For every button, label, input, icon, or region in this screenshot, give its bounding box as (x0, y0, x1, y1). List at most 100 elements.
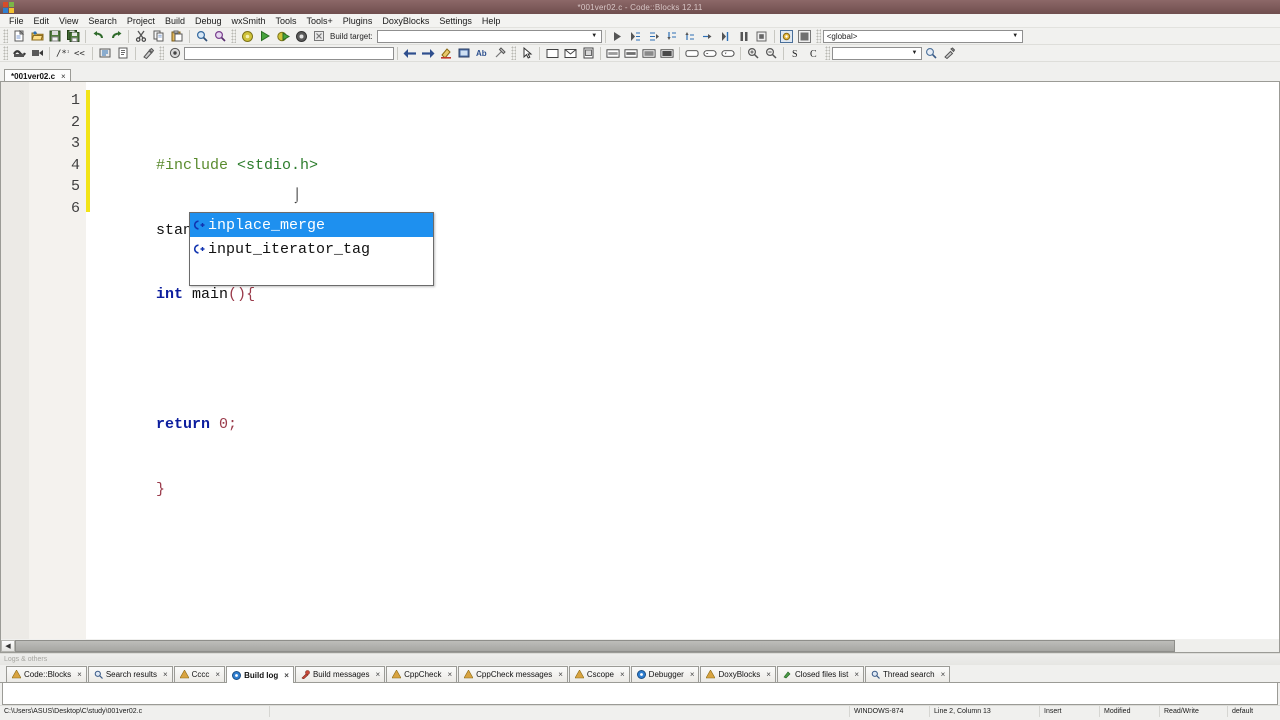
debug-step-into-button[interactable] (664, 29, 680, 44)
close-icon[interactable]: × (163, 670, 168, 679)
menu-tools-plus[interactable]: Tools+ (302, 14, 338, 28)
menu-help[interactable]: Help (477, 14, 506, 28)
logs-tab-thread-search[interactable]: Thread search × (864, 666, 951, 682)
debug-break-button[interactable] (736, 29, 752, 44)
new-file-button[interactable] (11, 29, 27, 44)
debugging-windows-button[interactable] (779, 29, 795, 44)
logs-tab-cppcheck[interactable]: CppCheck × (386, 666, 458, 682)
toolbar-grip[interactable] (3, 29, 8, 43)
save-all-button[interactable] (65, 29, 81, 44)
replace-button[interactable] (212, 29, 228, 44)
symbols-browser-button[interactable] (923, 46, 939, 61)
menu-tools[interactable]: Tools (271, 14, 302, 28)
autocomplete-popup[interactable]: inplace_merge input_iterator_tag (189, 212, 434, 286)
symbols-search-combo[interactable]: ▼ (832, 46, 922, 60)
code-editor[interactable]: 1 2 3 4 5 6 #include <stdio.h> standard … (0, 81, 1280, 639)
doxyblocks-run-chm-button[interactable] (115, 46, 131, 61)
debug-next-line-button[interactable] (646, 29, 662, 44)
spell-check-button[interactable]: S (788, 46, 804, 61)
nav-back-button[interactable] (402, 46, 418, 61)
logs-tab-cccc[interactable]: Cccc × (173, 666, 226, 682)
toolbar-grip[interactable] (825, 46, 830, 60)
editor-code-text[interactable]: #include <stdio.h> standard inp int main… (90, 82, 1279, 639)
doxyblocks-extract-button[interactable] (11, 46, 27, 61)
debug-stop-button[interactable] (754, 29, 770, 44)
close-icon[interactable]: × (620, 670, 625, 679)
close-icon[interactable]: × (558, 670, 563, 679)
scroll-left-icon[interactable]: ◀ (1, 639, 15, 652)
editor-horizontal-scrollbar[interactable]: ◀ (0, 639, 1280, 653)
menu-build[interactable]: Build (160, 14, 190, 28)
toolbar-grip[interactable] (511, 46, 516, 60)
zoom-out-button[interactable] (763, 46, 779, 61)
menu-search[interactable]: Search (83, 14, 122, 28)
close-icon[interactable]: × (284, 671, 289, 680)
autocomplete-item-input-iterator-tag[interactable]: input_iterator_tag (190, 237, 433, 261)
wxsmith-combo-button[interactable] (720, 46, 736, 61)
logs-tab-search-results[interactable]: Search results × (87, 666, 173, 682)
run-button[interactable] (257, 29, 273, 44)
wxsmith-pointer-button[interactable] (519, 46, 535, 61)
menu-view[interactable]: View (54, 14, 83, 28)
close-icon[interactable]: × (854, 670, 859, 679)
close-icon[interactable]: × (77, 670, 82, 679)
wxsmith-grid-button[interactable] (641, 46, 657, 61)
wxsmith-col-button[interactable] (623, 46, 639, 61)
camel-case-button[interactable]: C (806, 46, 822, 61)
debug-step-out-button[interactable] (682, 29, 698, 44)
menu-plugins[interactable]: Plugins (338, 14, 378, 28)
wxsmith-dialog-button[interactable] (562, 46, 578, 61)
various-info-button[interactable] (797, 29, 813, 44)
rebuild-button[interactable] (293, 29, 309, 44)
zoom-in-button[interactable] (745, 46, 761, 61)
abort-button[interactable] (311, 29, 327, 44)
menu-file[interactable]: File (4, 14, 29, 28)
logs-tab-doxyblocks[interactable]: DoxyBlocks × (700, 666, 776, 682)
wxsmith-box-button[interactable] (659, 46, 675, 61)
close-icon[interactable]: × (690, 670, 695, 679)
debug-next-instruction-button[interactable] (700, 29, 716, 44)
open-file-button[interactable] (29, 29, 45, 44)
logs-tab-build-messages[interactable]: Build messages × (294, 666, 386, 682)
nav-forward-button[interactable] (420, 46, 436, 61)
scrollbar-thumb[interactable] (15, 639, 1175, 652)
toolbar-grip[interactable] (3, 46, 8, 60)
doxyblocks-comment-button[interactable] (29, 46, 45, 61)
wxsmith-panel-button[interactable] (544, 46, 560, 61)
thread-search-button[interactable] (456, 46, 472, 61)
toolbar-grip[interactable] (231, 29, 236, 43)
debug-step-instruction-button[interactable] (718, 29, 734, 44)
logs-content-area[interactable] (2, 683, 1278, 705)
menu-settings[interactable]: Settings (434, 14, 477, 28)
wxsmith-button-button[interactable] (684, 46, 700, 61)
tools-button[interactable] (941, 46, 957, 61)
scrollbar-track[interactable] (15, 639, 1279, 652)
menu-project[interactable]: Project (122, 14, 160, 28)
logs-tab-closed-files-list[interactable]: Closed files list × (776, 666, 864, 682)
close-icon[interactable]: × (766, 670, 771, 679)
save-button[interactable] (47, 29, 63, 44)
wxsmith-row-button[interactable] (605, 46, 621, 61)
find-button[interactable] (194, 29, 210, 44)
wxsmith-textctrl-button[interactable] (702, 46, 718, 61)
close-icon[interactable]: × (941, 670, 946, 679)
logs-tab-cscope[interactable]: Cscope × (568, 666, 630, 682)
highlight-button[interactable] (438, 46, 454, 61)
editor-fold-margin[interactable] (1, 82, 29, 639)
logs-tab-cppcheck-messages[interactable]: CppCheck messages × (458, 666, 568, 682)
doxyblocks-block-comment-button[interactable]: /** (54, 46, 70, 61)
doxyblocks-line-comment-button[interactable]: << (72, 46, 88, 61)
debug-run-to-cursor-button[interactable] (628, 29, 644, 44)
menu-edit[interactable]: Edit (29, 14, 55, 28)
doxyblocks-config-button[interactable] (140, 46, 156, 61)
menu-debug[interactable]: Debug (190, 14, 227, 28)
autocomplete-item-inplace-merge[interactable]: inplace_merge (190, 213, 433, 237)
clear-button[interactable] (492, 46, 508, 61)
close-icon[interactable]: × (375, 670, 380, 679)
debug-continue-button[interactable] (610, 29, 626, 44)
toolbar-grip[interactable] (815, 29, 821, 43)
copy-button[interactable] (151, 29, 167, 44)
translate-button[interactable]: Ab (474, 46, 490, 61)
cscope-button[interactable] (167, 46, 183, 61)
logs-tab-debugger[interactable]: Debugger × (630, 666, 700, 682)
